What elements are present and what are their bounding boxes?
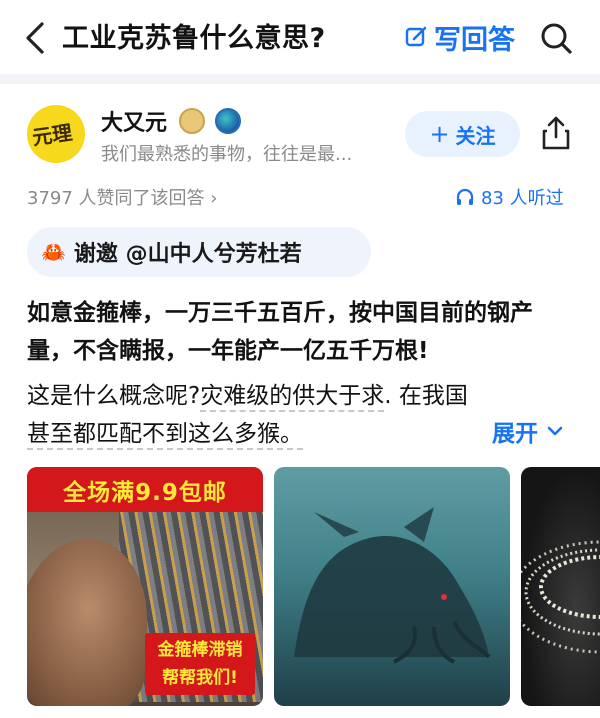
- top-bar: 工业克苏鲁什么意思? 写回答: [0, 0, 600, 74]
- answer-excerpt-line-1[interactable]: 这是什么概念呢?灾难级的供大于求. 在我国: [27, 377, 468, 415]
- answer-image-3[interactable]: [521, 467, 600, 706]
- search-icon[interactable]: [538, 20, 574, 56]
- crab-icon: 🦀: [41, 240, 66, 264]
- answer-excerpt-line-2[interactable]: 甚至都匹配不到这么多猴。: [27, 415, 303, 453]
- upvote-count[interactable]: 3797 人赞同了该回答 ›: [27, 184, 217, 210]
- excerpt-text: 这是什么概念呢?: [27, 383, 201, 409]
- cthulhu-illustration: [294, 507, 491, 664]
- answer-image-1[interactable]: 全场满9.9包邮 金箍棒滞销 帮帮我们!: [27, 467, 263, 706]
- follow-label: 关注: [455, 123, 496, 148]
- question-title[interactable]: 工业克苏鲁什么意思?: [62, 16, 326, 55]
- medal-badge-icon[interactable]: [215, 108, 241, 134]
- excerpt-underlined-term[interactable]: 灾难级的供大于求: [200, 383, 385, 412]
- plus-icon: +: [429, 120, 450, 148]
- chevron-down-icon: [547, 426, 563, 436]
- section-divider: [0, 74, 600, 84]
- answer-excerpt-bold[interactable]: 如意金箍棒，一万三千五百斤，按中国目前的钢产量，不含瞒报，一年能产一亿五千万根!: [27, 294, 577, 370]
- promo-banner-text: 全场满9.9包邮: [27, 467, 263, 512]
- author-avatar[interactable]: 元理: [27, 105, 85, 163]
- expand-label: 展开: [492, 421, 538, 447]
- back-arrow-icon[interactable]: [20, 20, 52, 56]
- share-icon[interactable]: [540, 114, 572, 152]
- promo-caption-line-2: 帮帮我们!: [162, 668, 238, 688]
- author-bio: 我们最熟悉的事物，往往是最...: [101, 144, 353, 165]
- write-answer-label: 写回答: [434, 24, 515, 56]
- answer-image-2[interactable]: [274, 467, 510, 706]
- creator-badge-icon[interactable]: [179, 108, 205, 134]
- man-face-illustration: [27, 539, 147, 706]
- avatar-logo-text: 元理: [30, 120, 74, 150]
- author-name[interactable]: 大又元: [101, 105, 167, 137]
- listen-count-text: 83 人听过: [481, 188, 564, 209]
- listen-count[interactable]: 83 人听过: [455, 184, 564, 210]
- follow-button[interactable]: + 关注: [405, 111, 520, 157]
- write-answer-button[interactable]: 写回答: [404, 19, 515, 56]
- light-rings-illustration: [521, 540, 600, 654]
- invite-chip[interactable]: 🦀 谢邀 @山中人兮芳杜若: [27, 227, 371, 277]
- expand-button[interactable]: 展开: [492, 414, 566, 448]
- headphones-icon: [456, 188, 474, 205]
- excerpt-underlined-text: 甚至都匹配不到这么多猴。: [27, 421, 303, 450]
- promo-caption: 金箍棒滞销 帮帮我们!: [145, 633, 255, 695]
- excerpt-text: . 在我国: [384, 383, 468, 409]
- invite-text: 谢邀 @山中人兮芳杜若: [73, 242, 302, 267]
- promo-caption-line-1: 金箍棒滞销: [157, 640, 243, 660]
- edit-icon: [405, 26, 427, 47]
